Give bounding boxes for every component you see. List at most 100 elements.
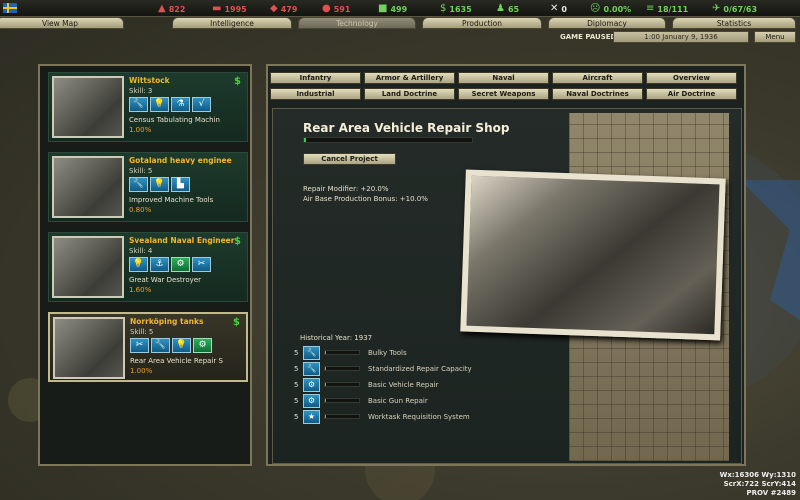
- team-skill: Skill: 5: [130, 328, 154, 336]
- category-infantry[interactable]: Infantry: [270, 72, 361, 84]
- rare-materials-icon: ◆: [270, 3, 278, 14]
- escorts-icon: ✈: [712, 3, 721, 14]
- resource-value: 822: [168, 4, 186, 14]
- tab-technology[interactable]: Technology: [298, 17, 416, 29]
- team-project: Rear Area Vehicle Repair S: [130, 357, 223, 365]
- category-aircraft[interactable]: Aircraft: [552, 72, 643, 84]
- resource-oil[interactable]: ● 591: [322, 3, 350, 15]
- component-row[interactable]: 5 🔧 Standardized Repair Capacity: [294, 361, 504, 376]
- team-card-wittstock[interactable]: Wittstock $ Skill: 3 🔧 💡 ⚗ √ Census Tabu…: [48, 72, 248, 142]
- tab-production[interactable]: Production: [422, 17, 542, 29]
- tab-view-map[interactable]: View Map: [0, 17, 124, 29]
- category-naval[interactable]: Naval: [458, 72, 549, 84]
- resource-transports[interactable]: ✕ 0: [550, 3, 567, 15]
- wrench-icon: 🔧: [303, 345, 320, 360]
- component-level: 5: [294, 396, 299, 405]
- resource-metal[interactable]: ▬ 1995: [212, 3, 247, 15]
- tab-diplomacy[interactable]: Diplomacy: [548, 17, 666, 29]
- resource-value: 1995: [224, 4, 247, 14]
- component-name: Worktask Requisition System: [368, 412, 470, 421]
- modifier-air-base: Air Base Production Bonus: +10.0%: [303, 195, 428, 203]
- lightbulb-icon: 💡: [172, 338, 191, 353]
- team-name: Gotaland heavy enginee: [129, 156, 232, 165]
- debug-world-coords: Wx:16306 Wy:1310: [719, 471, 796, 479]
- game-paused-label: GAME PAUSED: [560, 33, 617, 41]
- resource-convoys[interactable]: ≡ 18/111: [646, 3, 688, 15]
- component-level: 5: [294, 348, 299, 357]
- team-card-gotaland[interactable]: Gotaland heavy enginee Skill: 5 🔧 💡 ▙ Im…: [48, 152, 248, 222]
- component-progress: [324, 382, 360, 387]
- resource-rare-materials[interactable]: ◆ 479: [270, 3, 297, 15]
- tab-statistics[interactable]: Statistics: [672, 17, 796, 29]
- oil-icon: ●: [322, 3, 331, 14]
- category-air-doctrine[interactable]: Air Doctrine: [646, 88, 737, 100]
- component-name: Standardized Repair Capacity: [368, 364, 472, 373]
- team-project: Census Tabulating Machin: [129, 116, 220, 124]
- project-photo: [460, 169, 726, 341]
- resource-manpower[interactable]: ♟ 65: [496, 3, 519, 15]
- wrench-icon: 🔧: [129, 177, 148, 192]
- modifier-repair: Repair Modifier: +20.0%: [303, 185, 389, 193]
- team-name: Norrköping tanks: [130, 317, 204, 326]
- resource-value: 65: [507, 4, 520, 14]
- team-progress: 1.00%: [129, 126, 152, 134]
- flask-icon: ⚗: [171, 97, 190, 112]
- component-row[interactable]: 5 ⚙ Basic Gun Repair: [294, 393, 504, 408]
- category-armor-artillery[interactable]: Armor & Artillery: [364, 72, 455, 84]
- resource-escorts[interactable]: ✈ 0/67/63: [712, 3, 757, 15]
- category-overview[interactable]: Overview: [646, 72, 737, 84]
- team-skill: Skill: 3: [129, 87, 153, 95]
- project-detail-panel: Infantry Armor & Artillery Naval Aircraf…: [266, 64, 746, 466]
- historical-year: Historical Year: 1937: [300, 334, 373, 342]
- team-skill: Skill: 4: [129, 247, 153, 255]
- menu-button[interactable]: Menu: [754, 31, 796, 43]
- component-level: 5: [294, 364, 299, 373]
- tab-intelligence[interactable]: Intelligence: [172, 17, 292, 29]
- category-industrial[interactable]: Industrial: [270, 88, 361, 100]
- resource-value: 499: [390, 4, 408, 14]
- team-progress: 1.60%: [129, 286, 152, 294]
- team-card-svealand[interactable]: Svealand Naval Engineer $ Skill: 4 💡 ⚓ ⚙…: [48, 232, 248, 302]
- wrench-icon: 🔧: [129, 97, 148, 112]
- resource-dissent[interactable]: ☹ 0.00%: [590, 3, 631, 15]
- category-naval-doctrines[interactable]: Naval Doctrines: [552, 88, 643, 100]
- category-secret-weapons[interactable]: Secret Weapons: [458, 88, 549, 100]
- category-land-doctrine[interactable]: Land Doctrine: [364, 88, 455, 100]
- resource-value: 18/111: [657, 4, 689, 14]
- cancel-project-button[interactable]: Cancel Project: [303, 153, 396, 165]
- component-row[interactable]: 5 🔧 Bulky Tools: [294, 345, 504, 360]
- wrench-icon: 🔧: [303, 361, 320, 376]
- component-progress-fill: [325, 367, 327, 370]
- component-progress-fill: [325, 415, 327, 418]
- team-name: Svealand Naval Engineer: [129, 236, 235, 245]
- lightbulb-icon: 💡: [150, 177, 169, 192]
- component-progress: [324, 366, 360, 371]
- resource-energy[interactable]: ▲ 822: [158, 3, 185, 15]
- resource-value: 0.00%: [603, 4, 632, 14]
- resource-supplies[interactable]: ■ 499: [378, 3, 407, 15]
- debug-province: PROV #2489: [746, 489, 797, 497]
- resource-money[interactable]: $1635: [440, 3, 472, 15]
- dollar-icon: $: [233, 317, 240, 328]
- convoys-icon: ≡: [646, 3, 655, 14]
- transports-icon: ✕: [550, 3, 559, 14]
- main-tabs: View Map Intelligence Technology Product…: [0, 17, 800, 29]
- team-card-norrkoping-selected[interactable]: Norrköping tanks $ Skill: 5 ✂ 🔧 💡 ⚙ Rear…: [48, 312, 248, 382]
- team-skill: Skill: 5: [129, 167, 153, 175]
- lightbulb-icon: 💡: [129, 257, 148, 272]
- research-teams-panel: Wittstock $ Skill: 3 🔧 💡 ⚗ √ Census Tabu…: [38, 64, 252, 466]
- anchor-icon: ⚓: [150, 257, 169, 272]
- sqrt-icon: √: [192, 97, 211, 112]
- component-name: Basic Vehicle Repair: [368, 380, 439, 389]
- component-row[interactable]: 5 ⚙ Basic Vehicle Repair: [294, 377, 504, 392]
- tools-icon: ✂: [130, 338, 149, 353]
- resource-bar: ▲ 822 ▬ 1995 ◆ 479 ● 591 ■ 499 $1635 ♟ 65 ✕ 0 ☹…: [0, 0, 800, 17]
- dissent-icon: ☹: [590, 3, 601, 14]
- metal-icon: ▬: [212, 3, 222, 14]
- resource-value: 591: [333, 4, 351, 14]
- component-row[interactable]: 5 ★ Worktask Requisition System: [294, 409, 504, 424]
- manpower-icon: ♟: [496, 3, 505, 14]
- project-progress-bar: [303, 137, 473, 143]
- tools-icon: ✂: [192, 257, 211, 272]
- resource-value: 0: [561, 4, 567, 14]
